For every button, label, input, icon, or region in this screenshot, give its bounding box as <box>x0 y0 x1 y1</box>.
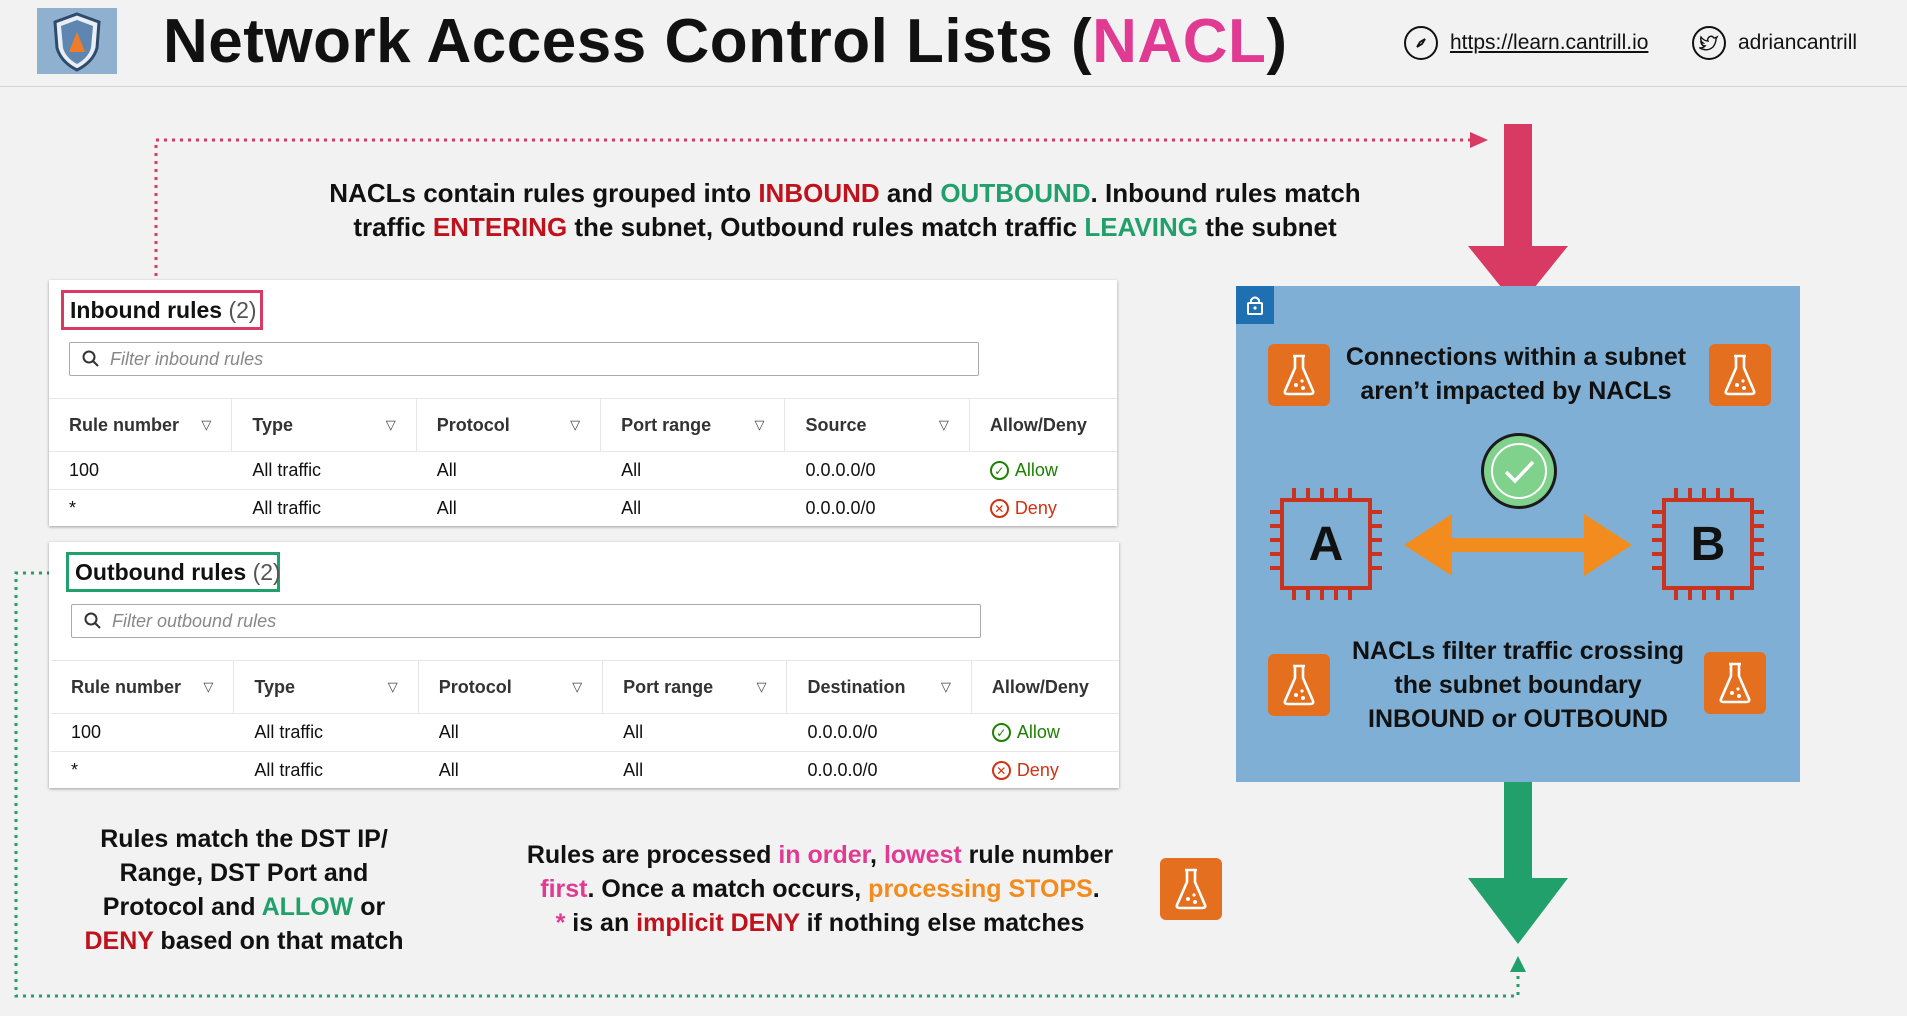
flask-icon <box>1268 654 1330 716</box>
sort-icon[interactable]: ▽ <box>572 679 602 695</box>
search-icon <box>84 612 101 629</box>
column-header[interactable]: Rule number ▽ <box>51 661 235 713</box>
sort-icon[interactable]: ▽ <box>941 679 971 695</box>
sort-icon[interactable]: ▽ <box>203 679 233 695</box>
instance-a-label: A <box>1308 517 1344 571</box>
column-header: Allow/Deny <box>991 676 1089 697</box>
rule-type: All traffic <box>252 460 322 480</box>
rule-destination: 0.0.0.0/0 <box>807 760 878 780</box>
column-header[interactable]: Type ▽ <box>232 399 417 451</box>
rule-action: ✓ Allow <box>970 452 1117 489</box>
sort-icon[interactable]: ▽ <box>201 417 231 433</box>
column-header: Allow/Deny <box>989 414 1087 435</box>
column-header[interactable]: Port range ▽ <box>601 399 786 451</box>
x-circle-icon: ✕ <box>991 761 1011 780</box>
rule-action: ✓ Allow <box>972 714 1119 751</box>
outbound-rules-title: Outbound rules (2) <box>66 552 281 592</box>
check-circle-icon: ✓ <box>989 461 1009 480</box>
column-header[interactable]: Destination ▽ <box>787 661 972 713</box>
rule-port-range: All <box>621 460 642 480</box>
rule-action: ✕ Deny <box>972 752 1119 789</box>
outbound-rules-table: Rule number ▽ Type ▽ Protocol ▽ Port range ▽… <box>51 660 1119 789</box>
check-circle-icon: ✓ <box>991 723 1011 742</box>
column-header[interactable]: Protocol ▽ <box>417 399 602 451</box>
outbound-filter-input[interactable]: Filter outbound rules <box>71 604 981 638</box>
rule-number: 100 <box>69 460 100 480</box>
rule-number: * <box>71 760 79 780</box>
flask-icon <box>1268 344 1330 406</box>
outbound-rules-panel: Outbound rules (2) Filter outbound rules… <box>49 542 1119 788</box>
check-circle-icon <box>1481 433 1557 509</box>
column-header[interactable]: Port range ▽ <box>603 661 788 713</box>
sort-icon[interactable]: ▽ <box>388 679 418 695</box>
rule-order-note: Rules are processed in order, lowest rul… <box>526 841 1114 937</box>
table-header: Rule number ▽ Type ▽ Protocol ▽ Port range ▽… <box>51 660 1119 714</box>
flask-icon <box>1160 858 1222 920</box>
flask-icon <box>1704 652 1766 714</box>
rule-type: All traffic <box>254 760 324 780</box>
rule-protocol: All <box>438 760 459 780</box>
table-header: Rule number ▽ Type ▽ Protocol ▽ Port range ▽… <box>49 398 1117 452</box>
rule-protocol: All <box>438 722 459 742</box>
rule-protocol: All <box>436 498 457 518</box>
column-header[interactable]: Type ▽ <box>234 661 419 713</box>
sort-icon[interactable]: ▽ <box>754 417 784 433</box>
subnet-top-text: Connections within a subnet aren’t impac… <box>1345 343 1687 405</box>
lock-icon <box>1236 286 1274 324</box>
rule-port-range: All <box>623 722 644 742</box>
sort-icon[interactable]: ▽ <box>570 417 600 433</box>
inbound-rules-table: Rule number ▽ Type ▽ Protocol ▽ Port range ▽… <box>49 398 1117 527</box>
rule-port-range: All <box>623 760 644 780</box>
table-row[interactable]: 100 All traffic All All 0.0.0.0/0 ✓ Allow <box>49 452 1117 490</box>
rule-protocol: All <box>436 460 457 480</box>
column-header[interactable]: Rule number ▽ <box>49 399 233 451</box>
rule-type: All traffic <box>252 498 322 518</box>
search-icon <box>82 350 99 367</box>
instance-b-label: B <box>1690 517 1726 571</box>
sort-icon[interactable]: ▽ <box>756 679 786 695</box>
inbound-rules-title: Inbound rules (2) <box>61 290 263 330</box>
column-header[interactable]: Source ▽ <box>785 399 970 451</box>
sort-icon[interactable]: ▽ <box>386 417 416 433</box>
rule-action: ✕ Deny <box>970 490 1117 527</box>
rule-type: All traffic <box>254 722 324 742</box>
subnet-bottom-text: NACLs filter traffic crossing the subnet… <box>1351 637 1684 733</box>
table-row[interactable]: * All traffic All All 0.0.0.0/0 ✕ Deny <box>51 752 1119 789</box>
subnet-box: Connections within a subnet aren’t impac… <box>1236 286 1800 782</box>
x-circle-icon: ✕ <box>989 499 1009 518</box>
rule-port-range: All <box>621 498 642 518</box>
rule-match-note: Rules match the DST IP/ Range, DST Port … <box>84 825 404 955</box>
column-header[interactable]: Protocol ▽ <box>419 661 604 713</box>
inbound-filter-input[interactable]: Filter inbound rules <box>69 342 979 376</box>
intro-text: NACLs contain rules grouped into INBOUND… <box>329 178 1361 242</box>
flask-icon <box>1709 344 1771 406</box>
inbound-rules-panel: Inbound rules (2) Filter inbound rules R… <box>49 280 1117 526</box>
rule-number: * <box>69 498 77 518</box>
rule-source: 0.0.0.0/0 <box>805 498 876 518</box>
sort-icon[interactable]: ▽ <box>939 417 969 433</box>
table-row[interactable]: * All traffic All All 0.0.0.0/0 ✕ Deny <box>49 490 1117 527</box>
bidirectional-arrow-icon <box>1404 514 1632 576</box>
rule-number: 100 <box>71 722 102 742</box>
rule-destination: 0.0.0.0/0 <box>807 722 878 742</box>
table-row[interactable]: 100 All traffic All All 0.0.0.0/0 ✓ Allow <box>51 714 1119 752</box>
rule-source: 0.0.0.0/0 <box>805 460 876 480</box>
